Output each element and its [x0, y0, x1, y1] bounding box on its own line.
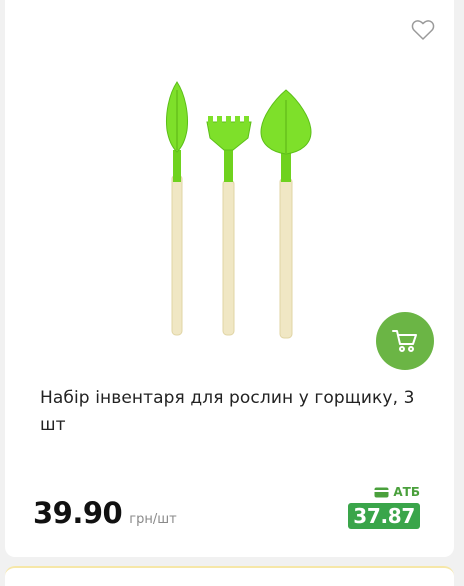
garden-tools-illustration [166, 81, 312, 339]
atb-label: АТБ [374, 485, 420, 499]
atb-label-text: АТБ [393, 485, 420, 499]
price-block: 39.90 грн/шт [33, 496, 177, 530]
add-to-cart-button[interactable] [376, 312, 434, 370]
atb-card-price-block: АТБ 37.87 [348, 485, 420, 529]
shovel-tool [260, 89, 312, 339]
price-unit: грн/шт [129, 512, 177, 527]
rake-tool [206, 116, 252, 336]
price-value: 39.90 [33, 496, 123, 530]
card-icon [374, 487, 389, 497]
cart-icon [392, 330, 417, 352]
next-product-card [5, 566, 454, 586]
product-card[interactable]: Набір інвентаря для рослин у горщику, 3 … [5, 0, 454, 557]
atb-price-badge: 37.87 [348, 503, 420, 529]
heart-outline-icon [411, 20, 435, 40]
product-title[interactable]: Набір інвентаря для рослин у горщику, 3 … [40, 385, 435, 439]
product-image[interactable] [155, 70, 315, 360]
favorite-button[interactable] [411, 19, 435, 41]
trowel-tool [166, 81, 188, 336]
